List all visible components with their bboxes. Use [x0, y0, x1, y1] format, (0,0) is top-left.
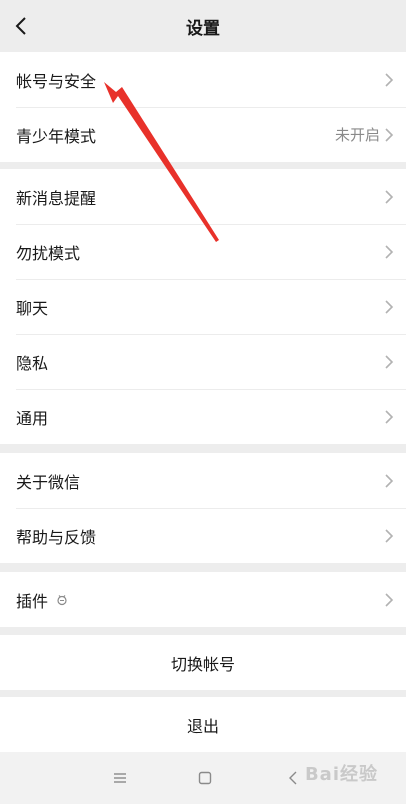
- chevron-right-icon: [385, 473, 394, 488]
- settings-item-privacy[interactable]: 隐私: [0, 334, 406, 389]
- settings-item-help-feedback[interactable]: 帮助与反馈: [0, 508, 406, 563]
- settings-item-chat[interactable]: 聊天: [0, 279, 406, 334]
- settings-item-label: 帮助与反馈: [16, 527, 97, 547]
- chevron-right-icon: [385, 299, 394, 314]
- plugin-badge-icon: [56, 594, 68, 606]
- settings-item-label: 隐私: [16, 353, 49, 373]
- chevron-right-icon: [385, 528, 394, 543]
- settings-item-plugins[interactable]: 插件: [0, 572, 406, 627]
- chevron-right-icon: [385, 409, 394, 424]
- settings-item-label: 插件: [16, 591, 49, 611]
- settings-item-notifications[interactable]: 新消息提醒: [0, 169, 406, 224]
- chevron-right-icon: [385, 592, 394, 607]
- switch-account-button[interactable]: 切换帐号: [0, 635, 406, 690]
- top-bar: 设置: [0, 0, 406, 52]
- settings-group-account: 帐号与安全 青少年模式 未开启: [0, 52, 406, 162]
- chevron-right-icon: [385, 189, 394, 204]
- settings-item-label: 聊天: [16, 298, 49, 318]
- chevron-right-icon: [385, 354, 394, 369]
- settings-item-label: 勿扰模式: [16, 243, 81, 263]
- back-icon[interactable]: [281, 766, 305, 790]
- chevron-right-icon: [385, 127, 394, 142]
- settings-item-label: 帐号与安全: [16, 71, 97, 91]
- settings-item-label: 新消息提醒: [16, 188, 97, 208]
- settings-item-do-not-disturb[interactable]: 勿扰模式: [0, 224, 406, 279]
- settings-group-about: 关于微信 帮助与反馈: [0, 453, 406, 563]
- logout-button[interactable]: 退出: [0, 697, 406, 752]
- settings-item-label: 关于微信: [16, 472, 81, 492]
- settings-item-teen-mode[interactable]: 青少年模式 未开启: [0, 107, 406, 162]
- settings-item-about[interactable]: 关于微信: [0, 453, 406, 508]
- settings-item-label: 通用: [16, 408, 49, 428]
- settings-group-plugins: 插件: [0, 572, 406, 627]
- settings-group-general: 新消息提醒 勿扰模式 聊天 隐私 通用: [0, 169, 406, 444]
- settings-item-account-security[interactable]: 帐号与安全: [0, 52, 406, 107]
- chevron-right-icon: [385, 72, 394, 87]
- page-title: 设置: [186, 19, 220, 39]
- menu-icon[interactable]: [108, 766, 132, 790]
- settings-item-general[interactable]: 通用: [0, 389, 406, 444]
- chevron-right-icon: [385, 244, 394, 259]
- settings-item-value: 未开启: [334, 126, 380, 144]
- watermark: Bai经验: [304, 764, 378, 785]
- settings-item-label: 青少年模式: [16, 126, 97, 146]
- home-square-icon[interactable]: [193, 766, 217, 790]
